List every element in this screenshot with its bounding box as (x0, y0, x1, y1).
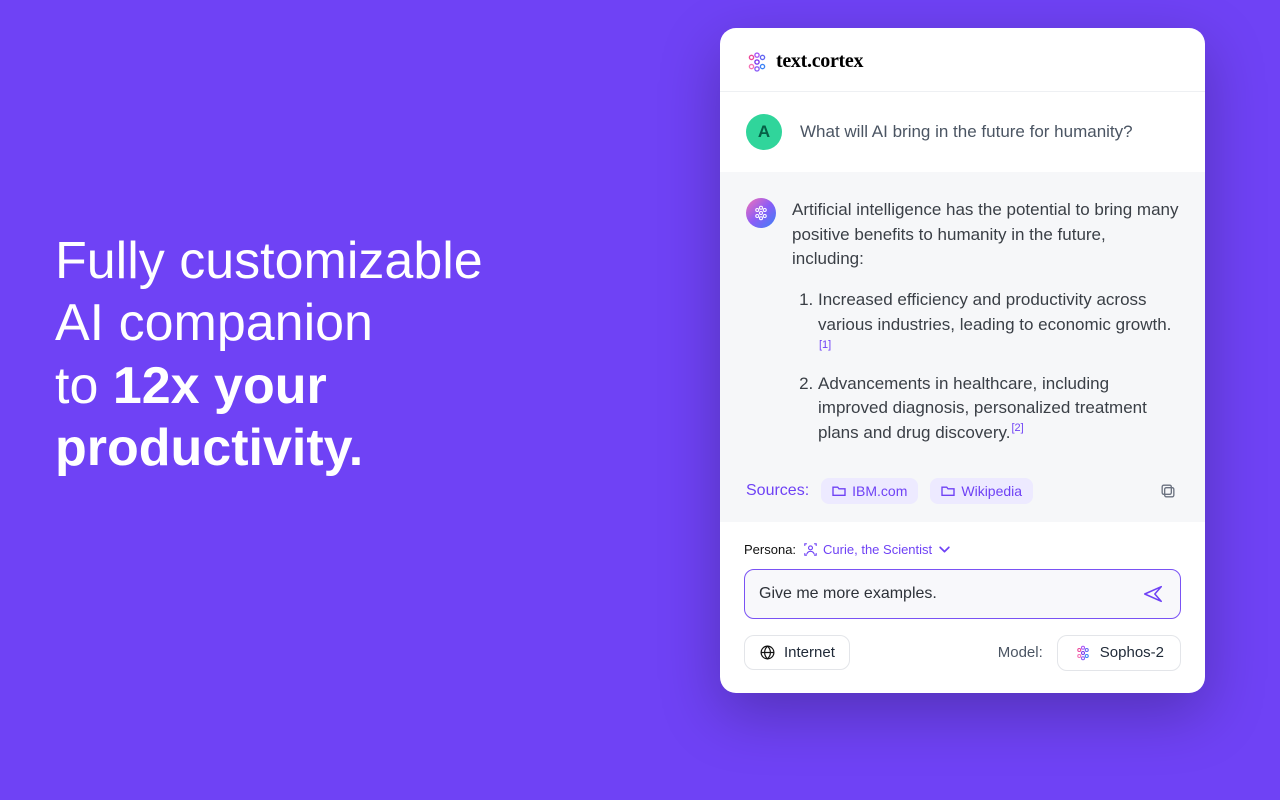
ai-point-text: Advancements in healthcare, including im… (818, 374, 1147, 442)
headline-line-2: AI companion (55, 294, 373, 352)
headline-line-4-bold: productivity. (55, 419, 363, 477)
card-footer: Persona: Curie, the Scientist (720, 522, 1205, 693)
message-input-wrap (744, 569, 1181, 619)
marketing-headline: Fully customizable AI companion to 12x y… (55, 230, 483, 480)
ai-answer-body: Artificial intelligence has the potentia… (792, 198, 1179, 456)
footer-bottom-row: Internet Model: Sophos-2 (744, 635, 1181, 671)
model-value: Sophos-2 (1100, 644, 1164, 661)
ai-answer-block: Artificial intelligence has the potentia… (720, 172, 1205, 522)
persona-row: Persona: Curie, the Scientist (744, 542, 1181, 557)
message-input[interactable] (759, 585, 1140, 603)
ai-avatar (746, 198, 776, 228)
user-avatar-initial: A (758, 122, 770, 142)
model-label: Model: (998, 644, 1043, 661)
persona-icon (804, 543, 817, 556)
ai-intro-text: Artificial intelligence has the potentia… (792, 198, 1179, 272)
folder-icon (941, 485, 955, 497)
ai-point-ref: [1] (819, 339, 831, 351)
source-chip[interactable]: Wikipedia (930, 478, 1033, 504)
brand-name: text.cortex (776, 50, 863, 73)
source-chip[interactable]: IBM.com (821, 478, 918, 504)
chevron-down-icon (938, 543, 951, 556)
ai-point-text: Increased efficiency and productivity ac… (818, 290, 1171, 334)
copy-icon (1158, 481, 1178, 501)
card-header: text.cortex (720, 28, 1205, 92)
globe-icon (759, 644, 776, 661)
send-button[interactable] (1140, 581, 1166, 607)
ai-points-list: Increased efficiency and productivity ac… (792, 288, 1179, 446)
persona-value: Curie, the Scientist (823, 542, 932, 557)
sources-row: Sources: IBM.com Wikipedia (746, 478, 1179, 504)
ai-point-ref: [2] (1011, 422, 1023, 434)
ai-point: Advancements in healthcare, including im… (818, 372, 1179, 446)
internet-toggle[interactable]: Internet (744, 635, 850, 670)
chat-card: text.cortex A What will AI bring in the … (720, 28, 1205, 693)
user-avatar: A (746, 114, 782, 150)
persona-selector[interactable]: Curie, the Scientist (804, 542, 951, 557)
ai-point: Increased efficiency and productivity ac… (818, 288, 1179, 362)
brand-logo-icon (746, 51, 768, 73)
send-icon (1142, 583, 1164, 605)
user-message-text: What will AI bring in the future for hum… (800, 122, 1133, 142)
sources-label: Sources: (746, 482, 809, 500)
user-message-row: A What will AI bring in the future for h… (720, 92, 1205, 172)
source-chip-label: IBM.com (852, 483, 907, 499)
folder-icon (832, 485, 846, 497)
source-chip-label: Wikipedia (961, 483, 1022, 499)
model-logo-icon (1074, 644, 1092, 662)
model-selector[interactable]: Sophos-2 (1057, 635, 1181, 671)
internet-toggle-label: Internet (784, 644, 835, 661)
persona-label: Persona: (744, 542, 796, 557)
headline-line-1: Fully customizable (55, 232, 483, 290)
headline-line-3-prefix: to (55, 357, 113, 415)
headline-line-3-bold: 12x your (113, 357, 327, 415)
copy-button[interactable] (1157, 480, 1179, 502)
